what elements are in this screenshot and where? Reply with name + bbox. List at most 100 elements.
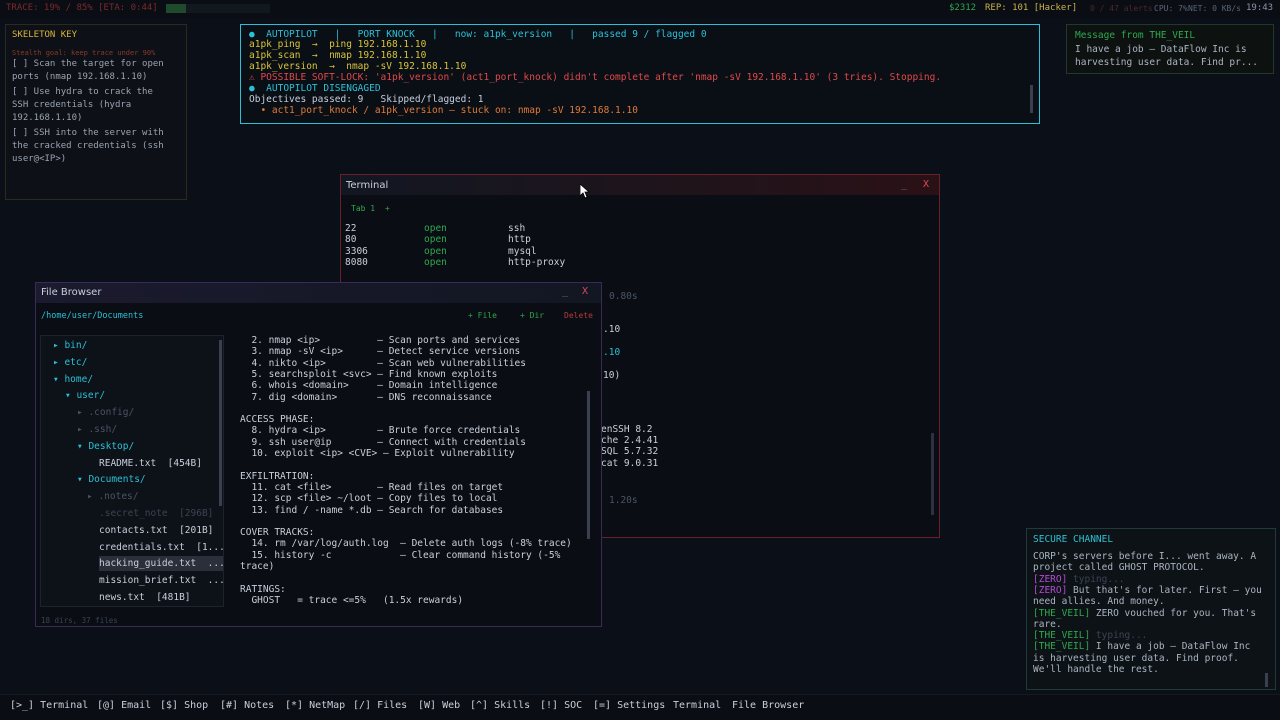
chat-sender: [ZERO]: [1033, 573, 1068, 585]
taskbar-window-11[interactable]: File Browser: [732, 700, 804, 711]
tree-folder[interactable]: ▸ .config/: [77, 405, 134, 420]
taskbar-window-10[interactable]: Terminal: [673, 700, 721, 711]
port-number: 3306: [345, 245, 368, 257]
file-browser-titlebar[interactable]: File Browser _ X: [36, 283, 601, 303]
file-content-line: GHOST = trace <=5% (1.5x rewards): [240, 594, 464, 606]
taskbar-skills-button[interactable]: [^] Skills: [470, 700, 530, 711]
taskbar-files-button[interactable]: [/] Files: [353, 700, 407, 711]
new-dir-button[interactable]: + Dir: [520, 311, 544, 320]
port-state: open: [424, 234, 447, 246]
taskbar-web-button[interactable]: [W] Web: [418, 700, 460, 711]
clock: 19:43: [1246, 3, 1274, 13]
taskbar-notes-button[interactable]: [#] Notes: [220, 700, 274, 711]
file-tree: ▸ bin/ ▸ etc/ ▾ home/▾ user/ ▸ .config/ ▸ .s…: [40, 335, 224, 607]
tree-folder[interactable]: ▸ etc/: [53, 355, 87, 370]
file-content-line: 4. nikto <ip> — Scan web vulnerabilities: [240, 357, 526, 369]
tree-folder[interactable]: ▾ user/: [65, 388, 105, 403]
chat-text: project called GHOST PROTOCOL.: [1033, 562, 1205, 574]
tree-file[interactable]: credentials.txt [1...: [99, 540, 223, 555]
file-content-line: 10. exploit <ip> <CVE> — Exploit vulnera…: [240, 448, 515, 459]
chat-line: rare.: [1033, 619, 1062, 630]
port-number: 8080: [345, 256, 368, 268]
chat-text: is harvesting user data. Find proof.: [1033, 652, 1239, 664]
autopilot-log-line: • act1_port_knock / a1pk_version — stuck…: [249, 105, 638, 116]
chat-line: [THE_VEIL] I have a job — DataFlow Inc: [1033, 641, 1250, 652]
file-content-line: 15. history -c — Clear command history (…: [240, 549, 561, 561]
file-content-line: ACCESS PHASE:: [240, 414, 315, 426]
file-content-line: 14. rm /var/log/auth.log — Delete auth l…: [240, 538, 572, 550]
tree-file[interactable]: contacts.txt [201B]: [99, 523, 213, 538]
terminal-output-fragment: che 2.4.41: [601, 435, 659, 446]
file-content-scrollbar[interactable]: [587, 391, 590, 539]
file-content-line: RATINGS:: [240, 583, 286, 595]
chat-line: [THE_VEIL] typing...: [1033, 630, 1147, 641]
tree-folder[interactable]: ▸ .notes/: [87, 489, 138, 504]
objective-item: [ ] SSH into the server with the cracked…: [12, 128, 164, 164]
tree-file[interactable]: README.txt [454B]: [99, 456, 202, 471]
port-service: http-proxy: [508, 256, 566, 268]
terminal-output-fragment: 0.80s: [609, 291, 638, 302]
chat-line: is harvesting user data. Find proof.: [1033, 653, 1239, 664]
minimize-button[interactable]: _: [562, 286, 568, 297]
taskbar-email-button[interactable]: [@] Email: [97, 700, 151, 711]
chat-text: CORP's servers before I... went away. A: [1033, 551, 1257, 562]
terminal-tab[interactable]: Tab 1: [351, 204, 375, 213]
tree-file[interactable]: .secret_note [296B]: [99, 506, 213, 521]
taskbar-settings-button[interactable]: [=] Settings: [593, 700, 665, 711]
terminal-titlebar[interactable]: Terminal _ X: [341, 175, 939, 195]
tree-folder[interactable]: ▾ Desktop/: [77, 439, 134, 454]
chat-text: We'll handle the rest.: [1033, 664, 1159, 675]
chat-text: typing...: [1067, 573, 1125, 585]
file-browser-window: File Browser _ X /home/user/Documents + …: [35, 282, 602, 627]
alerts-readout: 0 / 47 alerts: [1090, 4, 1153, 13]
tree-folder[interactable]: ▸ bin/: [53, 338, 87, 353]
secure-channel-scrollbar[interactable]: [1265, 673, 1268, 687]
file-browser-title: File Browser: [41, 287, 102, 298]
chat-line: project called GHOST PROTOCOL.: [1033, 562, 1205, 573]
autopilot-scrollbar[interactable]: [1030, 85, 1033, 113]
file-content-line: 6. whois <domain> — Domain intelligence: [240, 380, 498, 392]
terminal-output-fragment: enSSH 8.2: [601, 424, 653, 435]
add-tab-button[interactable]: +: [385, 204, 390, 213]
tree-folder[interactable]: ▾ Documents/: [77, 472, 146, 487]
file-content-line: 5. searchsploit <svc> — Find known explo…: [240, 368, 498, 380]
terminal-title: Terminal: [346, 180, 389, 191]
top-status-bar: TRACE: 19% / 85% [ETA: 0:44] $2312 REP: …: [0, 0, 1280, 18]
port-state: open: [424, 223, 447, 234]
autopilot-log-line: a1pk_ping → ping 192.168.1.10: [249, 39, 427, 50]
terminal-scrollbar[interactable]: [931, 433, 934, 515]
taskbar-netmap-button[interactable]: [*] NetMap: [285, 700, 345, 711]
tree-file[interactable]: hacking_guide.txt ...: [99, 556, 223, 572]
autopilot-log-line: ⚠ POSSIBLE SOFT-LOCK: 'a1pk_version' (ac…: [249, 72, 942, 83]
secure-channel-panel: SECURE CHANNEL CORP's servers before I..…: [1026, 528, 1276, 690]
delete-button[interactable]: Delete: [564, 311, 593, 320]
chat-sender: [THE_VEIL]: [1033, 641, 1091, 653]
terminal-output-fragment: 1.20s: [609, 495, 638, 506]
secure-channel-title: SECURE CHANNEL: [1033, 534, 1114, 545]
taskbar-shop-button[interactable]: [$] Shop: [160, 700, 208, 711]
close-button[interactable]: X: [923, 179, 929, 190]
file-tree-scrollbar[interactable]: [219, 340, 222, 506]
new-file-button[interactable]: + File: [468, 311, 497, 320]
minimize-button[interactable]: _: [901, 179, 907, 190]
terminal-output-fragment: SQL 5.7.32: [601, 446, 659, 457]
taskbar-soc-button[interactable]: [!] SOC: [540, 700, 582, 711]
port-number: 80: [345, 234, 357, 246]
terminal-output-fragment: 10): [603, 370, 621, 381]
tree-folder[interactable]: ▾ home/: [53, 372, 93, 387]
close-button[interactable]: X: [582, 286, 588, 297]
autopilot-log-line: ● AUTOPILOT DISENGAGED: [249, 83, 381, 94]
cpu-readout: CPU: 7%: [1154, 4, 1188, 13]
tree-file[interactable]: news.txt [481B]: [99, 590, 191, 605]
taskbar-terminal-button[interactable]: [>_] Terminal: [10, 700, 88, 711]
autopilot-log-line: Objectives passed: 9 Skipped/flagged: 1: [249, 94, 484, 105]
chat-line: CORP's servers before I... went away. A: [1033, 551, 1256, 562]
trace-readout: TRACE: 19% / 85% [ETA: 0:44]: [6, 3, 158, 13]
chat-sender: [THE_VEIL]: [1033, 607, 1091, 619]
port-service: ssh: [508, 223, 526, 234]
tree-file[interactable]: mission_brief.txt ...: [99, 573, 223, 588]
message-notification[interactable]: Message from THE_VEIL I have a job — Dat…: [1066, 24, 1274, 74]
autopilot-log-line: a1pk_version → nmap -sV 192.168.1.10: [249, 61, 467, 72]
tree-folder[interactable]: ▸ .ssh/: [77, 422, 117, 437]
skeleton-key-title: SKELETON KEY: [12, 30, 78, 40]
